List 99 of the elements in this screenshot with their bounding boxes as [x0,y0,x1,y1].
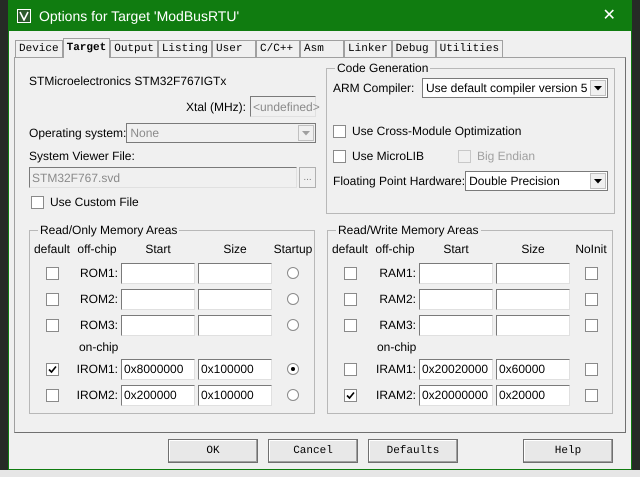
checkbox[interactable] [333,124,346,138]
checkbox[interactable] [46,292,58,306]
checkbox[interactable] [46,318,58,332]
size-field[interactable]: 0x60000 [496,358,570,380]
memory-label: RAM3: [378,317,417,334]
memory-label: ROM2: [78,291,119,308]
section-label: on-chip [79,339,118,356]
memory-label: IRAM2: [374,387,417,404]
dialog-button[interactable]: OK [168,439,258,463]
start-field[interactable]: 0x200000 [121,384,195,406]
checkbox[interactable] [333,150,346,162]
compiler-label: ARM Compiler: [333,80,414,97]
fpu-label: Floating Point Hardware: [333,173,466,190]
tab[interactable]: Listing [158,40,212,57]
checkbox[interactable] [344,292,356,306]
column-header: Size [520,241,546,258]
tab[interactable]: User [212,40,256,57]
memory-label: ROM3: [78,317,119,334]
checkbox-label: Big Endian [477,148,536,165]
size-field[interactable] [198,262,272,284]
size-field[interactable] [198,314,272,336]
tab[interactable]: Output [110,40,158,57]
checkbox-label: Use MicroLIB [352,148,424,165]
checkbox[interactable] [584,362,598,376]
tab[interactable]: Linker [344,40,392,57]
group-title: Read/Only Memory Areas [38,223,180,237]
dialog-button[interactable]: Defaults [368,439,458,463]
column-header: off-chip [374,241,416,258]
checkbox[interactable] [344,266,356,280]
dropdown[interactable]: Use default compiler version 5 [422,78,608,98]
start-field[interactable] [419,262,493,284]
checkbox[interactable] [46,362,58,376]
memory-label: IROM2: [76,387,119,404]
column-header: default [32,241,72,258]
checkbox[interactable] [584,292,598,306]
checkbox[interactable] [344,362,356,376]
memory-label: IRAM1: [374,361,417,378]
checkbox-label: Use Cross-Module Optimization [352,123,522,140]
dropdown[interactable]: Double Precision [465,171,608,191]
size-field[interactable]: 0x20000 [496,384,570,406]
memory-label: RAM2: [378,291,417,308]
start-field[interactable] [419,314,493,336]
group-title: Code Generation [335,61,430,75]
memory-label: RAM1: [378,265,417,282]
tab[interactable]: Asm [300,40,344,57]
device-name: STMicroelectronics STM32F767IGTx [29,73,228,90]
memory-label: ROM1: [78,265,119,282]
checkbox[interactable] [31,196,44,208]
tab[interactable]: C/C++ [256,40,300,57]
start-field[interactable] [121,314,195,336]
dialog-button[interactable]: Cancel [268,439,358,463]
dialog-button[interactable]: Help [523,439,613,463]
size-field[interactable] [496,262,570,284]
checkbox[interactable] [46,266,58,280]
svd-label: System Viewer File: [29,148,136,165]
group-title: Read/Write Memory Areas [336,223,480,237]
column-header: default [330,241,370,258]
checkmark-icon [346,390,354,400]
checkbox[interactable] [584,266,598,280]
radio-button[interactable] [287,319,299,331]
radio-button[interactable] [287,293,299,305]
tab[interactable]: Debug [392,40,436,57]
start-field[interactable]: 0x8000000 [121,358,195,380]
checkbox[interactable] [584,388,598,402]
size-field[interactable] [496,288,570,310]
radio-button[interactable] [287,363,299,375]
tab[interactable]: Device [15,40,63,57]
checkmark-icon [48,364,56,374]
start-field[interactable]: 0x20020000 [419,358,493,380]
section-label: on-chip [377,339,416,356]
radio-button[interactable] [287,267,299,279]
size-field[interactable]: 0x100000 [198,358,272,380]
column-header: Start [144,241,172,258]
start-field[interactable] [121,288,195,310]
window-title: Options for Target 'ModBusRTU' [39,6,240,26]
checkbox[interactable] [46,388,58,402]
column-header: Start [442,241,470,258]
column-header: Size [222,241,248,258]
app-icon [17,9,31,23]
start-field[interactable]: 0x20000000 [419,384,493,406]
size-field[interactable] [198,288,272,310]
size-field[interactable] [496,314,570,336]
tab[interactable]: Utilities [436,40,504,57]
radio-button[interactable] [287,389,299,401]
size-field[interactable]: 0x100000 [198,384,272,406]
checkbox[interactable] [344,388,356,402]
checkbox-label: Use Custom File [50,194,139,211]
close-button[interactable]: ✕ [587,1,631,31]
os-label: Operating system: [29,125,126,142]
column-header: off-chip [76,241,118,258]
checkbox[interactable] [584,318,598,332]
checkbox[interactable] [344,318,356,332]
xtal-label: Xtal (MHz): [186,98,246,116]
start-field[interactable] [121,262,195,284]
column-header: Startup [272,241,314,258]
tab[interactable]: Target [62,38,110,58]
memory-label: IROM1: [76,361,119,378]
column-header: NoInit [574,241,608,258]
start-field[interactable] [419,288,493,310]
